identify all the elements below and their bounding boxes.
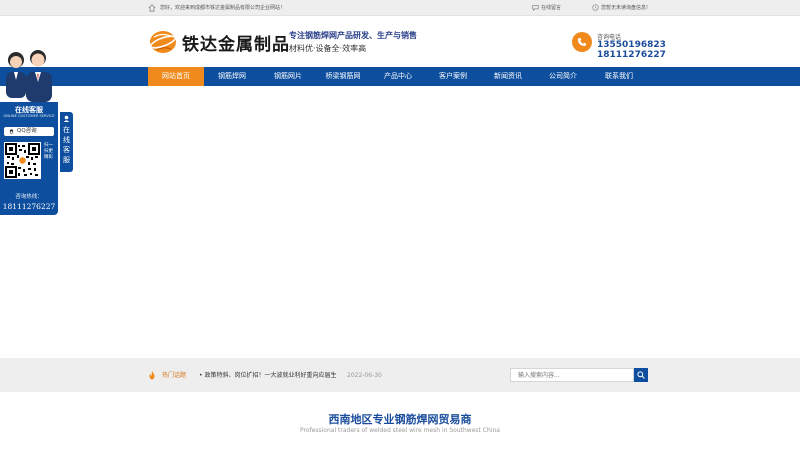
hot-news-date: 2022-06-30 xyxy=(347,372,382,379)
message-icon[interactable] xyxy=(532,4,539,11)
qq-icon xyxy=(9,129,14,134)
star-icon[interactable] xyxy=(592,4,599,11)
nav-item-welded-mesh[interactable]: 钢筋焊网 xyxy=(204,67,260,86)
nav-item-bridge-mesh[interactable]: 桥梁钢筋网 xyxy=(315,67,371,86)
inquiry-status-link[interactable]: 您暂无未读询盘信息! xyxy=(601,3,648,13)
welcome-text: 您好，欢迎来到成都市铁达金属制品有限公司企业网站！ xyxy=(160,5,286,11)
logo-icon[interactable] xyxy=(148,28,178,54)
qr-caption: 扫一扫更精彩 xyxy=(44,143,53,160)
hot-news-link[interactable]: • 政策特斜、岗位扩招！一大波就业利好重向应届生 xyxy=(199,371,336,380)
search-icon xyxy=(637,371,645,379)
hot-topics-label: 热门话题 xyxy=(162,372,187,379)
nav-item-mesh-sheet[interactable]: 钢筋网片 xyxy=(260,67,316,86)
qq-consult-label: QQ咨询 xyxy=(17,128,37,134)
message-link[interactable]: 在线留言 xyxy=(541,3,561,13)
search-button[interactable] xyxy=(634,368,648,382)
online-service-panel: 在线客服 ONLINE CUSTOMER SERVICE QQ咨询 扫一扫更精彩… xyxy=(0,46,59,215)
main-nav: 网站首页 钢筋焊网 钢筋网片 桥梁钢筋网 产品中心 客户案例 新闻资讯 公司简介… xyxy=(0,67,800,86)
search-input[interactable] xyxy=(510,368,634,382)
nav-item-contact[interactable]: 联系我们 xyxy=(591,67,647,86)
hot-topics-bar xyxy=(0,358,800,392)
nav-item-products[interactable]: 产品中心 xyxy=(370,67,426,86)
phone-number-1: 13550196823 xyxy=(597,40,666,50)
nav-item-home[interactable]: 网站首页 xyxy=(148,67,204,86)
service-tel-label: 咨询热线： xyxy=(15,194,43,200)
logo-text[interactable]: 铁达金属制品 xyxy=(182,30,290,55)
page: 您好，欢迎来到成都市铁达金属制品有限公司企业网站！ 在线留言 您暂无未读询盘信息… xyxy=(0,0,800,450)
service-tab-label: 在线客服 xyxy=(63,126,70,164)
top-bar: 您好，欢迎来到成都市铁达金属制品有限公司企业网站！ 在线留言 您暂无未读询盘信息… xyxy=(0,0,800,16)
headset-icon xyxy=(63,115,70,122)
nav-item-about[interactable]: 公司简介 xyxy=(535,67,591,86)
banner-area xyxy=(0,86,800,358)
section-title: 西南地区专业钢筋焊网贸易商 xyxy=(328,413,472,426)
phone-number-2: 18111276227 xyxy=(597,50,666,60)
service-subtitle: ONLINE CUSTOMER SERVICE xyxy=(3,114,55,118)
qq-consult-button[interactable]: QQ咨询 xyxy=(4,127,54,136)
service-toggle-tab[interactable]: 在线客服 xyxy=(60,112,73,172)
fire-icon xyxy=(149,371,155,380)
service-tel: 18111276227 xyxy=(2,202,56,211)
section-subtitle: Professional traders of welded steel wir… xyxy=(300,427,500,434)
phone-icon xyxy=(572,32,592,52)
nav-item-cases[interactable]: 客户案例 xyxy=(425,67,481,86)
service-agents-image xyxy=(6,50,52,102)
slogan-main: 专注钢筋焊网产品研发、生产与销售 xyxy=(289,31,417,40)
slogan-sub: 材料优·设备全·效率高 xyxy=(289,44,367,53)
qr-code-image xyxy=(4,142,41,179)
nav-item-news[interactable]: 新闻资讯 xyxy=(480,67,536,86)
home-icon xyxy=(148,4,156,12)
